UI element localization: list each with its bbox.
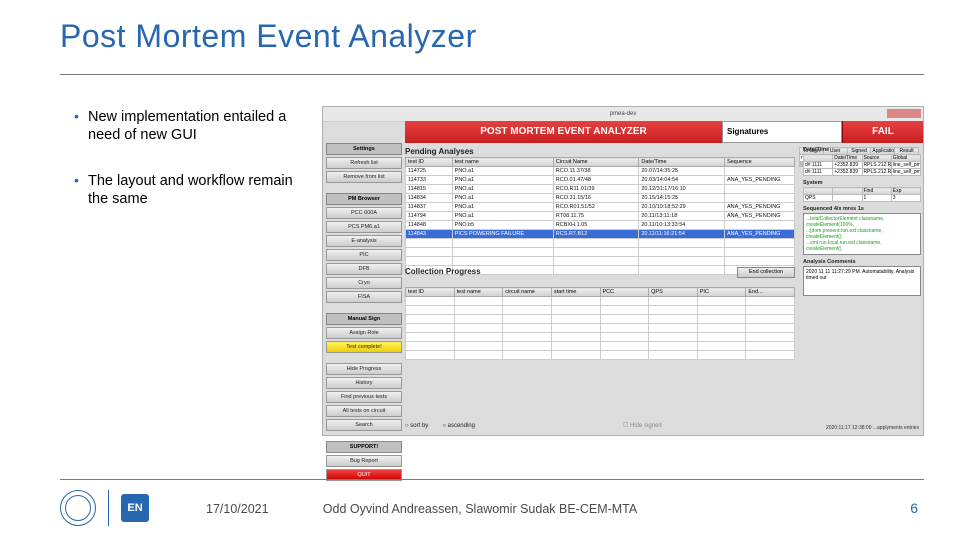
test-complete-button[interactable]: Test complete!: [326, 341, 402, 353]
statusbar: 2020:11:17 12:38:00 ...applyments entrie…: [826, 425, 919, 431]
collection-panel: Collection Progress End collection test …: [405, 267, 795, 360]
window-title: pmea-dev: [610, 111, 637, 117]
pending-table[interactable]: test IDtest nameCircuit NameDate/TimeSeq…: [405, 157, 795, 275]
fisa-button[interactable]: FISA: [326, 291, 402, 303]
pending-analyses-panel: Pending Analyses test IDtest nameCircuit…: [405, 147, 795, 275]
app-screenshot: pmea-dev POST MORTEM EVENT ANALYZER Sign…: [322, 106, 924, 436]
sidebar-group-pmbrowser: PM Browser: [326, 193, 402, 205]
footer-author: Odd Oyvind Andreassen, Slawomir Sudak BE…: [323, 502, 637, 516]
history-button[interactable]: History: [326, 377, 402, 389]
system-title: System: [803, 180, 921, 186]
pcs-button[interactable]: PCS PM6.a1: [326, 221, 402, 233]
bullet-item: The layout and workflow remain the same: [74, 172, 304, 208]
datetime-table: Date/TimeSourceGlobal d#:1111+2352.839RP…: [803, 154, 921, 176]
banner-signatures: Signatures: [722, 121, 842, 143]
earth-button[interactable]: E-analysis: [326, 235, 402, 247]
refresh-button[interactable]: Refresh list: [326, 157, 402, 169]
footer-date: 17/10/2021: [206, 502, 269, 516]
system-table: FindExp QPS13: [803, 187, 921, 202]
find-button[interactable]: Find previous tests: [326, 391, 402, 403]
sequenced-title: Sequenced 4/x mres 1s: [803, 206, 921, 212]
sidebar-group-settings: Settings: [326, 143, 402, 155]
sequenced-box: ...totalCollectorElement classname, crea…: [803, 213, 921, 255]
bullet-list: New implementation entailed a need of ne…: [74, 108, 304, 237]
analysis-box: 2020 11 11 11:27:29 PM. Automatability. …: [803, 266, 921, 296]
bullet-item: New implementation entailed a need of ne…: [74, 108, 304, 144]
search-button[interactable]: Search: [326, 419, 402, 431]
bug-button[interactable]: Bug Report: [326, 455, 402, 467]
right-column: Date/Time Date/TimeSourceGlobal d#:1111+…: [803, 147, 921, 296]
analysis-title: Analysis Comments: [803, 259, 921, 265]
app-banner: POST MORTEM EVENT ANALYZER Signatures FA…: [405, 121, 923, 143]
end-collection-button[interactable]: End collection: [737, 267, 795, 278]
assign-button[interactable]: Assign Role: [326, 327, 402, 339]
logo-area: EN: [60, 490, 149, 526]
divider-bottom: [60, 479, 924, 480]
pending-title: Pending Analyses: [405, 147, 795, 156]
pic-button[interactable]: PIC: [326, 249, 402, 261]
collection-table[interactable]: test IDtest namecircuit namestart timePC…: [405, 287, 795, 360]
slide-title: Post Mortem Event Analyzer: [60, 18, 477, 55]
remove-button[interactable]: Remove from list: [326, 171, 402, 183]
banner-status-fail: FAIL: [842, 121, 923, 143]
cryo-button[interactable]: Cryo: [326, 277, 402, 289]
datetime-title: Date/Time: [803, 147, 921, 153]
alltests-button[interactable]: All tests on circuit: [326, 405, 402, 417]
radio-ascending[interactable]: ascending: [442, 423, 475, 429]
window-titlebar: pmea-dev: [323, 107, 923, 122]
en-dept-logo: EN: [121, 494, 149, 522]
hide-signed-checkbox[interactable]: Hide signed: [623, 422, 662, 429]
cern-logo-icon: [60, 490, 96, 526]
divider-top: [60, 74, 924, 75]
sidebar: Settings Refresh list Remove from list P…: [326, 143, 402, 481]
pcc-button[interactable]: PCC 600A: [326, 207, 402, 219]
window-close-icon[interactable]: [887, 109, 921, 118]
dfb-button[interactable]: DFB: [326, 263, 402, 275]
sidebar-group-manualsign: Manual Sign: [326, 313, 402, 325]
sort-radios[interactable]: sort by ascending: [405, 423, 475, 429]
sidebar-group-support: SUPPORT!: [326, 441, 402, 453]
footer-page-number: 6: [910, 500, 918, 516]
radio-sortby[interactable]: sort by: [405, 423, 428, 429]
hide-progress-button[interactable]: Hide Progress: [326, 363, 402, 375]
logo-separator: [108, 490, 109, 526]
banner-title: POST MORTEM EVENT ANALYZER: [405, 121, 722, 143]
